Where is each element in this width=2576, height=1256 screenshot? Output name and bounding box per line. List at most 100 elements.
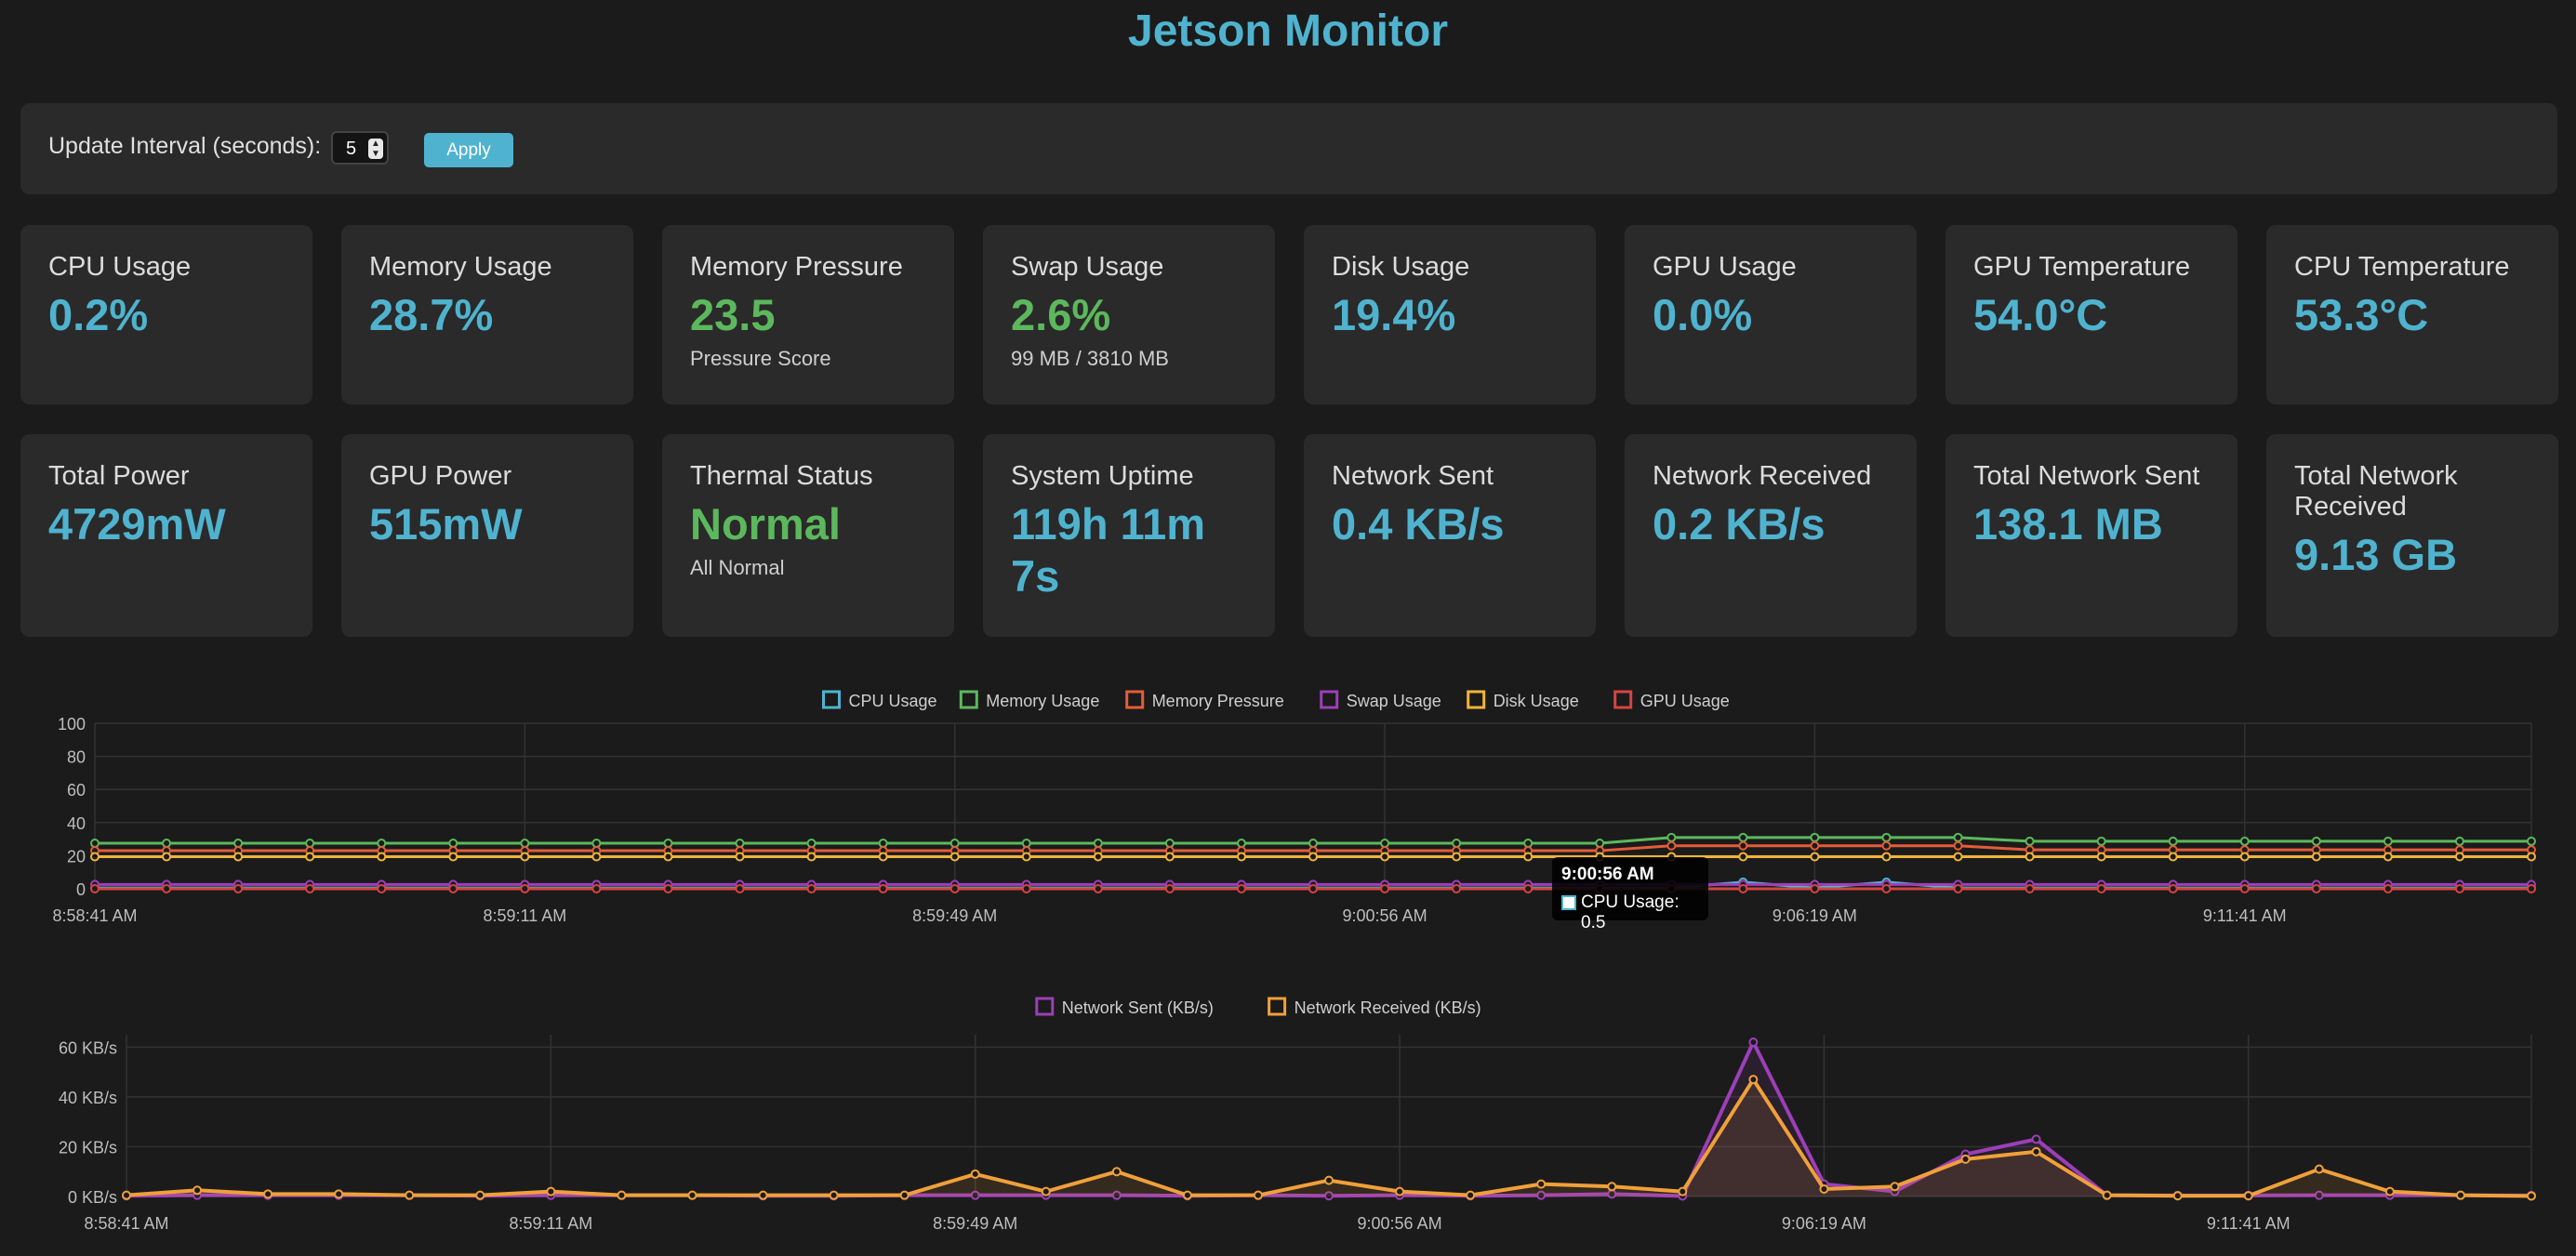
data-point [1093,884,1103,893]
card-memory-pressure: Memory Pressure 23.5 Pressure Score [662,225,954,404]
data-point [2168,884,2178,893]
tooltip-value: CPU Usage: 0.5 [1581,892,1680,932]
series-area [126,1042,2531,1197]
data-point [2172,1191,2183,1201]
data-point [1748,1075,1759,1085]
data-point [90,852,100,862]
data-point [1182,1190,1192,1200]
card-value: 54.0°C [1973,290,2108,339]
system-usage-chart: 0 20 40 60 80 100 8:58:41 AM 8:59:11 AM 8:59:49 … [0,674,2576,944]
apply-button[interactable]: Apply [424,133,513,167]
data-point [162,852,172,862]
data-point [1236,839,1246,849]
card-gpu-usage: GPU Usage 0.0% [1625,225,1917,404]
data-point [2454,836,2464,846]
data-point [1308,852,1318,862]
x-tick-label: 8:59:49 AM [933,1214,1017,1233]
data-point [2384,1186,2395,1197]
card-total-network-sent: Total Network Sent 138.1 MB [1945,434,2237,637]
data-point [1021,839,1031,849]
data-point [1536,1179,1547,1189]
card-value: 515mW [369,499,523,549]
data-point [448,852,458,862]
data-point [2311,852,2321,862]
legend-swatch [1613,690,1633,709]
card-title: Total Network Sent [1973,461,2200,491]
card-value: 2.6% [1011,290,1111,339]
data-point [735,884,745,893]
data-point [233,852,244,862]
legend-swatch [1268,997,1287,1016]
data-point [806,884,817,893]
x-tick-label: 8:58:41 AM [52,906,137,925]
data-point [1164,852,1175,862]
data-point [878,839,888,849]
card-title: Thermal Status [690,461,873,491]
legend-label: Disk Usage [1494,692,1579,710]
data-point [2527,836,2536,846]
data-point [1953,884,1963,893]
data-point [1666,840,1677,851]
data-point [829,1190,839,1200]
data-point [1021,852,1031,862]
card-title: GPU Usage [1653,252,1797,282]
data-point [878,884,888,893]
data-point [949,852,960,862]
spinner-arrows-icon[interactable]: ▲ ▼ [368,139,383,159]
data-point [591,884,602,893]
data-point [1810,852,1820,862]
card-subtext: 99 MB / 3810 MB [1011,347,1169,370]
data-point [1236,884,1246,893]
data-point [2168,852,2178,862]
card-title: Total Power [48,461,190,491]
card-title: Swap Usage [1011,252,1164,282]
card-value: 0.2 KB/s [1653,499,1826,549]
data-point [1738,840,1748,851]
data-point [1595,839,1605,849]
data-point [1041,1186,1051,1197]
data-point [1953,840,1963,851]
card-memory-usage: Memory Usage 28.7% [341,225,633,404]
data-point [2383,852,2393,862]
chart-tooltip: 9:00:56 AM CPU Usage: 0.5 [1552,857,1708,932]
data-point [617,1190,627,1200]
page-title: Jetson Monitor [1128,7,1448,56]
data-point [1953,832,1963,842]
data-point [663,839,673,849]
card-value: 23.5 [690,290,776,339]
data-point [663,884,673,893]
legend-label: Network Received (KB/s) [1295,998,1481,1017]
data-point [2455,1190,2465,1200]
y-tick-label: 60 KB/s [59,1038,117,1057]
data-point [475,1190,485,1200]
data-point [305,852,315,862]
card-value: 9.13 GB [2294,530,2458,579]
card-title: CPU Temperature [2294,252,2510,282]
card-value: 0.4 KB/s [1332,499,1505,549]
data-point [1324,1175,1334,1185]
card-cpu-usage: CPU Usage 0.2% [20,225,312,404]
data-point [2314,1164,2324,1174]
data-point [2239,852,2250,862]
x-tick-label: 8:58:41 AM [84,1214,168,1233]
data-point [233,839,244,849]
data-point [90,839,100,849]
data-point [735,839,745,849]
data-point [1523,839,1534,849]
data-point [1738,832,1748,842]
card-subtext: All Normal [690,556,785,579]
card-cpu-temperature: CPU Temperature 53.3°C [2266,225,2558,404]
y-tick-label: 80 [67,748,86,767]
data-point [1395,1186,1405,1197]
update-interval-label: Update Interval (seconds): [48,133,322,159]
card-title: Network Sent [1332,461,1494,491]
tooltip-color-swatch [1561,895,1576,910]
data-point [1380,852,1390,862]
update-interval-input[interactable]: 5 ▲ ▼ [331,131,389,165]
data-point [1236,852,1246,862]
network-chart: 0 KB/s 20 KB/s 40 KB/s 60 KB/s 8:58:41 AM 8:5… [0,981,2576,1251]
data-point [2096,836,2106,846]
card-gpu-temperature: GPU Temperature 54.0°C [1945,225,2237,404]
data-point [1466,1190,1476,1200]
legend-swatch [1320,690,1339,709]
